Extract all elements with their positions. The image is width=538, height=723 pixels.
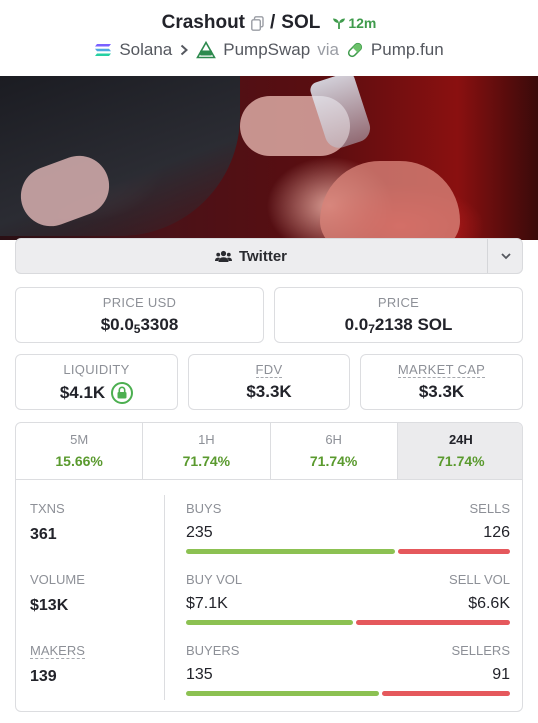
breadcrumb: Solana PumpSwap via Pump.fun — [0, 40, 538, 60]
buy-sell-volume-split: BUY VOL SELL VOL $7.1K $6.6K — [186, 572, 510, 625]
pair-age: 12m — [332, 15, 376, 31]
buys-value: 235 — [186, 524, 213, 541]
liquidity-card: LIQUIDITY $4.1K — [15, 354, 178, 410]
tab-1h[interactable]: 1H 71.74% — [143, 423, 271, 479]
chain-link[interactable]: Solana — [119, 40, 172, 60]
buys-label: BUYS — [186, 501, 222, 516]
token-banner-image — [0, 76, 538, 240]
price-native-label: PRICE — [377, 295, 420, 310]
sellers-value: 91 — [492, 666, 510, 683]
chevron-right-icon — [181, 44, 189, 56]
chevron-down-icon — [500, 253, 511, 260]
more-links-button[interactable] — [488, 239, 523, 273]
buyers-sellers-split: BUYERS SELLERS 135 91 — [186, 643, 510, 696]
txns-value: 361 — [30, 526, 57, 543]
pumpswap-icon — [196, 41, 217, 59]
volume-metric: VOLUME $13K — [30, 572, 85, 615]
tab-change: 71.74% — [182, 453, 231, 469]
market-cap-card: MARKET CAP $3.3K — [360, 354, 523, 410]
users-icon — [214, 250, 232, 262]
tab-change: 15.66% — [55, 453, 103, 469]
twitter-label: Twitter — [238, 247, 288, 265]
buy-vol-bar — [186, 620, 353, 625]
sells-value: 126 — [483, 524, 510, 541]
dex-link[interactable]: PumpSwap — [223, 40, 310, 60]
sell-vol-bar — [355, 620, 510, 625]
pill-icon — [347, 42, 363, 58]
fdv-card: FDV $3.3K — [188, 354, 350, 410]
sellers-label: SELLERS — [451, 643, 510, 658]
volume-value: $13K — [30, 597, 69, 614]
buyers-value: 135 — [186, 666, 213, 683]
fdv-value: $3.3K — [246, 382, 292, 401]
sell-vol-label: SELL VOL — [449, 572, 510, 587]
pair-separator: / — [270, 12, 276, 33]
launchpad-link[interactable]: Pump.fun — [371, 40, 444, 60]
tab-label: 6H — [325, 432, 342, 447]
tab-label: 5M — [70, 432, 89, 447]
via-label: via — [317, 40, 339, 59]
solana-icon — [95, 44, 112, 56]
market-cap-value: $3.3K — [418, 382, 465, 401]
tab-label: 24H — [448, 432, 473, 447]
copy-icon[interactable] — [251, 15, 264, 31]
buy-vol-value: $7.1K — [186, 595, 228, 612]
fdv-label[interactable]: FDV — [255, 362, 283, 378]
makers-metric: MAKERS 139 — [30, 643, 85, 686]
makers-label[interactable]: MAKERS — [30, 643, 85, 659]
buy-vol-label: BUY VOL — [186, 572, 243, 587]
txns-metric: TXNS 361 — [30, 501, 65, 544]
buys-sells-bar — [186, 549, 510, 554]
txns-label: TXNS — [30, 501, 65, 516]
tab-label: 1H — [198, 432, 215, 447]
market-cap-label[interactable]: MARKET CAP — [397, 362, 486, 378]
twitter-button[interactable]: Twitter — [16, 239, 486, 273]
liquidity-value: $4.1K — [59, 383, 106, 402]
buys-bar — [186, 549, 395, 554]
tab-change: 71.74% — [309, 453, 358, 469]
price-usd-label: PRICE USD — [102, 295, 177, 310]
price-native-card: PRICE 0.072138 SOL — [274, 287, 523, 343]
social-links-bar: Twitter — [15, 238, 523, 274]
tab-6h[interactable]: 6H 71.74% — [271, 423, 398, 479]
tab-change: 71.74% — [437, 453, 485, 469]
timeframe-tabs: 5M 15.66% 1H 71.74% 6H 71.74% 24H 71.74% — [16, 423, 522, 480]
pair-age-value: 12m — [348, 15, 377, 31]
tab-5m[interactable]: 5M 15.66% — [16, 423, 144, 479]
volume-label: VOLUME — [30, 572, 85, 587]
token-name: Crashout — [161, 12, 246, 33]
buyers-label: BUYERS — [186, 643, 240, 658]
sell-vol-value: $6.6K — [468, 595, 510, 612]
sellers-bar — [381, 691, 510, 696]
volume-bar — [186, 620, 510, 625]
pair-header: Crashout / SOL 12m Solana PumpSwap via P… — [0, 0, 538, 76]
pair-title: Crashout / SOL 12m — [0, 12, 538, 34]
buys-sells-split: BUYS SELLS 235 126 — [186, 501, 510, 554]
tab-24h[interactable]: 24H 71.74% — [397, 423, 522, 479]
sells-label: SELLS — [469, 501, 510, 516]
makers-value: 139 — [30, 668, 57, 685]
stats-panel: 5M 15.66% 1H 71.74% 6H 71.74% 24H 71.74%… — [15, 422, 523, 712]
price-usd-value: $0.053308 — [100, 315, 179, 336]
quote-token: SOL — [281, 12, 321, 33]
stats-divider — [164, 495, 165, 700]
buyers-bar — [186, 691, 379, 696]
sells-bar — [397, 549, 510, 554]
price-usd-card: PRICE USD $0.053308 — [15, 287, 264, 343]
sprout-icon — [333, 18, 346, 29]
makers-bar — [186, 691, 510, 696]
lock-icon[interactable] — [111, 382, 134, 404]
liquidity-label: LIQUIDITY — [63, 362, 130, 377]
price-native-value: 0.072138 SOL — [344, 315, 453, 336]
